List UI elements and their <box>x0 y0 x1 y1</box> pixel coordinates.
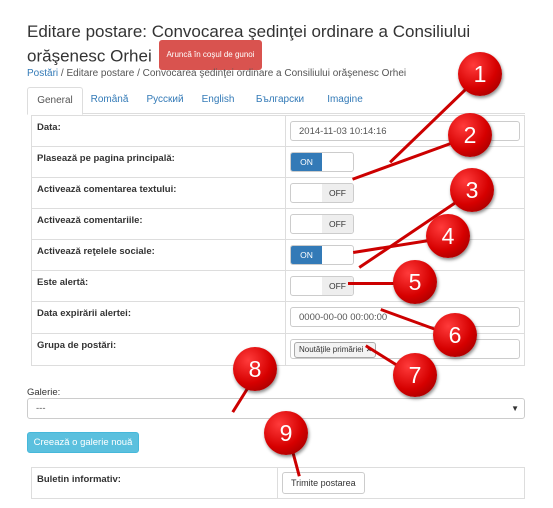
toggle-off-state: OFF <box>322 215 353 233</box>
trash-button[interactable]: Aruncă în coşul de gunoi <box>159 40 262 70</box>
breadcrumb: Postări / Editare postare / Convocarea ş… <box>27 68 406 79</box>
date-label: Data: <box>31 115 286 147</box>
newsletter-table: Buletin informativ: Trimite postarea <box>31 467 525 499</box>
callout-4: 4 <box>426 214 470 258</box>
toggle-off-state: OFF <box>322 277 353 295</box>
gallery-label: Galerie: <box>27 387 61 398</box>
comment-text-toggle[interactable]: OFF <box>290 183 354 203</box>
comment-text-label: Activează comentarea textului: <box>31 177 286 209</box>
tab-romana[interactable]: Română <box>82 87 137 112</box>
tab-general[interactable]: General <box>27 87 83 115</box>
group-tag: Noutăţile primăriei× <box>294 342 377 358</box>
alert-label: Este alertă: <box>31 270 286 302</box>
main-page-toggle[interactable]: ON <box>290 152 354 172</box>
callout-7: 7 <box>393 353 437 397</box>
callout-2: 2 <box>448 113 492 157</box>
callout-5: 5 <box>393 260 437 304</box>
toggle-off-state: OFF <box>322 184 353 202</box>
table-row: Este alertă: OFF <box>31 270 525 302</box>
tab-russian[interactable]: Русский <box>137 87 193 112</box>
table-row: Buletin informativ: Trimite postarea <box>31 467 525 499</box>
toggle-on-state: ON <box>291 153 322 171</box>
social-toggle[interactable]: ON <box>290 245 354 265</box>
tab-english[interactable]: English <box>193 87 243 112</box>
group-tag-label: Noutăţile primăriei <box>299 345 364 354</box>
comments-toggle[interactable]: OFF <box>290 214 354 234</box>
send-post-button[interactable]: Trimite postarea <box>282 472 365 494</box>
social-label: Activează reţelele sociale: <box>31 239 286 271</box>
chevron-down-icon: ▼ <box>511 404 519 413</box>
callout-8: 8 <box>233 347 277 391</box>
breadcrumb-current: Convocarea şedinţei ordinare a Consiliul… <box>142 68 407 79</box>
comments-label: Activează comentariile: <box>31 208 286 240</box>
table-row: Plasează pe pagina principală: ON <box>31 146 525 178</box>
tab-bulgarian[interactable]: Български <box>243 87 317 112</box>
newsletter-label: Buletin informativ: <box>31 467 278 499</box>
page-title: Editare postare: Convocarea şedinţei ord… <box>27 22 527 72</box>
create-gallery-button[interactable]: Creează o galerie nouă <box>27 432 139 453</box>
newsletter-cell: Trimite postarea <box>277 467 525 499</box>
alert-expiry-label: Data expirării alertei: <box>31 301 286 334</box>
toggle-on-state: ON <box>291 246 322 264</box>
callout-9: 9 <box>264 411 308 455</box>
gallery-select-value: --- <box>36 403 46 414</box>
alert-toggle[interactable]: OFF <box>290 276 354 296</box>
callout-3: 3 <box>450 168 494 212</box>
tab-image[interactable]: Imagine <box>317 87 373 112</box>
breadcrumb-posts-link[interactable]: Postări <box>27 68 58 79</box>
breadcrumb-edit: Editare postare <box>66 68 135 79</box>
main-page-cell: ON <box>285 146 525 178</box>
callout-1: 1 <box>458 52 502 96</box>
main-page-label: Plasează pe pagina principală: <box>31 146 286 178</box>
breadcrumb-separator: / <box>134 68 143 79</box>
callout-6: 6 <box>433 313 477 357</box>
